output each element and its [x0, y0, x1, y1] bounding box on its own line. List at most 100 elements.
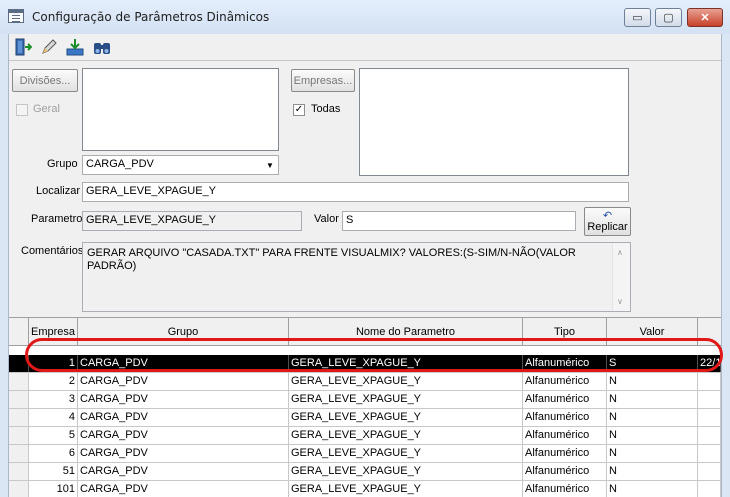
- header-tipo[interactable]: Tipo: [523, 318, 607, 345]
- table-icon: [8, 9, 24, 23]
- cell-tipo[interactable]: Alfanumérico: [523, 409, 607, 426]
- cell-grupo[interactable]: CARGA_PDV: [78, 463, 289, 480]
- localizar-input[interactable]: GERA_LEVE_XPAGUE_Y: [82, 182, 629, 202]
- header-valor[interactable]: Valor: [607, 318, 698, 345]
- maximize-button[interactable]: ▢: [655, 8, 682, 27]
- toolbar: [9, 34, 721, 61]
- geral-checkbox[interactable]: [16, 104, 28, 116]
- localizar-label: Localizar: [36, 185, 81, 197]
- valor-label: Valor: [314, 213, 339, 225]
- cell-valor[interactable]: N: [607, 463, 698, 480]
- todas-checkbox[interactable]: ✓: [293, 104, 305, 116]
- cell-grupo[interactable]: CARGA_PDV: [78, 481, 289, 497]
- cell-valor[interactable]: S: [607, 355, 698, 372]
- table-row[interactable]: 5 CARGA_PDV GERA_LEVE_XPAGUE_Y Alfanumérico…: [9, 427, 721, 445]
- cell-empresa[interactable]: 6: [29, 445, 78, 462]
- grupo-value: CARGA_PDV: [86, 158, 154, 170]
- header-nome-parametro[interactable]: Nome do Parametro: [289, 318, 523, 345]
- parameters-grid: Empresa Grupo Nome do Parametro Tipo Val…: [9, 317, 721, 497]
- table-row[interactable]: 6 CARGA_PDV GERA_LEVE_XPAGUE_Y Alfanumérico…: [9, 445, 721, 463]
- cell-extra[interactable]: [698, 481, 721, 497]
- cell-valor[interactable]: N: [607, 481, 698, 497]
- row-indicator: [9, 373, 29, 390]
- empresas-list[interactable]: [359, 68, 629, 176]
- grupo-combobox[interactable]: CARGA_PDV ▼: [82, 155, 279, 175]
- cell-tipo[interactable]: Alfanumérico: [523, 355, 607, 372]
- cell-empresa[interactable]: 51: [29, 463, 78, 480]
- find-button[interactable]: [91, 36, 113, 58]
- undo-arrow-icon: ↶: [602, 209, 613, 222]
- cell-tipo[interactable]: Alfanumérico: [523, 463, 607, 480]
- comentarios-memo[interactable]: GERAR ARQUIVO "CASADA.TXT" PARA FRENTE V…: [82, 242, 631, 312]
- scroll-down-icon: ∨: [617, 297, 623, 306]
- cell-valor[interactable]: N: [607, 445, 698, 462]
- cell-tipo[interactable]: Alfanumérico: [523, 391, 607, 408]
- cell-nome[interactable]: GERA_LEVE_XPAGUE_Y: [289, 463, 523, 480]
- replicar-button[interactable]: ↶ Replicar: [584, 207, 631, 236]
- cell-nome[interactable]: GERA_LEVE_XPAGUE_Y: [289, 409, 523, 426]
- cell-nome[interactable]: GERA_LEVE_XPAGUE_Y: [289, 373, 523, 390]
- cell-valor[interactable]: N: [607, 427, 698, 444]
- cell-grupo[interactable]: CARGA_PDV: [78, 427, 289, 444]
- title-bar: Configuração de Parâmetros Dinâmicos ▭ ▢…: [0, 0, 730, 34]
- window-title: Configuração de Parâmetros Dinâmicos: [32, 10, 270, 24]
- cell-nome[interactable]: GERA_LEVE_XPAGUE_Y: [289, 481, 523, 497]
- cell-extra[interactable]: 22/1: [698, 355, 721, 372]
- cell-grupo[interactable]: CARGA_PDV: [78, 391, 289, 408]
- cell-tipo[interactable]: Alfanumérico: [523, 427, 607, 444]
- grid-header: Empresa Grupo Nome do Parametro Tipo Val…: [9, 318, 721, 346]
- cell-extra[interactable]: [698, 427, 721, 444]
- todas-label: Todas: [311, 103, 341, 115]
- cell-nome[interactable]: GERA_LEVE_XPAGUE_Y: [289, 445, 523, 462]
- cell-tipo[interactable]: Alfanumérico: [523, 445, 607, 462]
- window: Configuração de Parâmetros Dinâmicos ▭ ▢…: [0, 0, 730, 497]
- row-indicator: [9, 409, 29, 426]
- cell-empresa[interactable]: 2: [29, 373, 78, 390]
- cell-valor[interactable]: N: [607, 391, 698, 408]
- close-button[interactable]: ✕: [687, 8, 723, 27]
- minimize-button[interactable]: ▭: [624, 8, 651, 27]
- cell-grupo[interactable]: CARGA_PDV: [78, 355, 289, 372]
- header-extra: [698, 318, 721, 345]
- cell-grupo[interactable]: CARGA_PDV: [78, 373, 289, 390]
- cell-empresa[interactable]: 1: [29, 355, 78, 372]
- chevron-down-icon[interactable]: ▼: [262, 156, 278, 174]
- cell-extra[interactable]: [698, 409, 721, 426]
- cell-empresa[interactable]: 5: [29, 427, 78, 444]
- cell-empresa[interactable]: 3: [29, 391, 78, 408]
- cell-empresa[interactable]: 101: [29, 481, 78, 497]
- table-row[interactable]: 101 CARGA_PDV GERA_LEVE_XPAGUE_Y Alfanuméri…: [9, 481, 721, 497]
- table-row[interactable]: 1 CARGA_PDV GERA_LEVE_XPAGUE_Y Alfanumérico…: [9, 355, 721, 373]
- header-grupo[interactable]: Grupo: [78, 318, 289, 345]
- cell-extra[interactable]: [698, 391, 721, 408]
- cell-tipo[interactable]: Alfanumérico: [523, 481, 607, 497]
- row-indicator: [9, 463, 29, 480]
- cell-empresa[interactable]: 4: [29, 409, 78, 426]
- memo-scrollbar[interactable]: ∧ ∨: [612, 243, 630, 311]
- cell-valor[interactable]: N: [607, 409, 698, 426]
- import-button[interactable]: [64, 36, 86, 58]
- cell-extra[interactable]: [698, 463, 721, 480]
- table-row[interactable]: 2 CARGA_PDV GERA_LEVE_XPAGUE_Y Alfanumérico…: [9, 373, 721, 391]
- cell-nome[interactable]: GERA_LEVE_XPAGUE_Y: [289, 427, 523, 444]
- valor-input[interactable]: S: [342, 211, 576, 231]
- divisoes-list[interactable]: [82, 68, 279, 151]
- cell-grupo[interactable]: CARGA_PDV: [78, 409, 289, 426]
- cell-extra[interactable]: [698, 373, 721, 390]
- cell-tipo[interactable]: Alfanumérico: [523, 373, 607, 390]
- table-row[interactable]: 3 CARGA_PDV GERA_LEVE_XPAGUE_Y Alfanumérico…: [9, 391, 721, 409]
- cell-extra[interactable]: [698, 445, 721, 462]
- cell-nome[interactable]: GERA_LEVE_XPAGUE_Y: [289, 355, 523, 372]
- edit-button[interactable]: [38, 36, 60, 58]
- exit-button[interactable]: [12, 36, 34, 58]
- divisoes-button[interactable]: Divisões...: [12, 69, 78, 92]
- cell-grupo[interactable]: CARGA_PDV: [78, 445, 289, 462]
- row-indicator: [9, 355, 29, 372]
- header-empresa[interactable]: Empresa: [29, 318, 78, 345]
- empresas-button[interactable]: Empresas...: [291, 69, 355, 92]
- cell-valor[interactable]: N: [607, 373, 698, 390]
- grupo-label: Grupo: [47, 158, 78, 170]
- table-row[interactable]: 4 CARGA_PDV GERA_LEVE_XPAGUE_Y Alfanumérico…: [9, 409, 721, 427]
- cell-nome[interactable]: GERA_LEVE_XPAGUE_Y: [289, 391, 523, 408]
- table-row[interactable]: 51 CARGA_PDV GERA_LEVE_XPAGUE_Y Alfanuméric…: [9, 463, 721, 481]
